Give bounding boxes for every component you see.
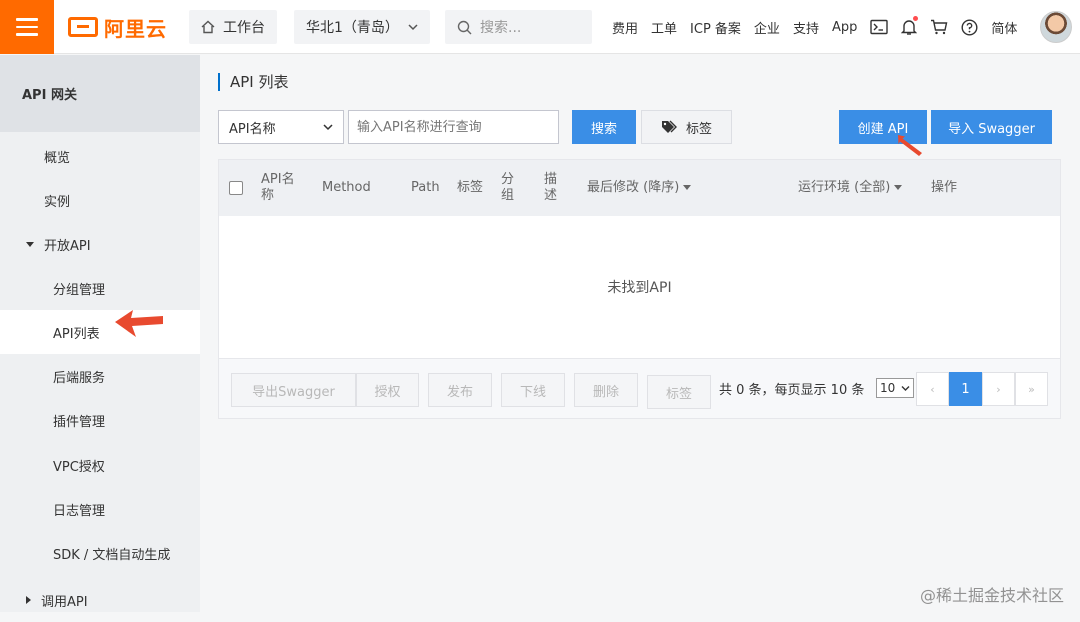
notification-bell[interactable] bbox=[901, 16, 919, 36]
pagination-page-1[interactable]: 1 bbox=[949, 372, 982, 406]
link-icp[interactable]: ICP 备案 bbox=[690, 18, 741, 37]
sidebar-group-call-api[interactable]: 调用API bbox=[0, 578, 200, 622]
sidebar-item-log-management[interactable]: 日志管理 bbox=[0, 487, 200, 531]
sidebar-item-backend-services[interactable]: 后端服务 bbox=[0, 354, 200, 398]
region-label: 华北1（青岛） bbox=[306, 20, 399, 36]
column-last-modified[interactable]: 最后修改 (降序) bbox=[587, 160, 692, 216]
caret-down-icon bbox=[26, 241, 34, 247]
pagination-next-button[interactable]: › bbox=[982, 372, 1015, 406]
region-selector[interactable]: 华北1（青岛） bbox=[294, 10, 430, 44]
top-navigation-bar: 阿里云 工作台 华北1（青岛） 搜索... 费用 工单 ICP 备案 企业 支持… bbox=[0, 0, 1080, 54]
pagination-last-button[interactable]: » bbox=[1015, 372, 1048, 406]
tag-icon bbox=[661, 120, 677, 133]
annotation-arrow-icon bbox=[898, 135, 922, 156]
empty-state-text: 未找到API bbox=[607, 280, 672, 296]
filter-field-value: API名称 bbox=[229, 121, 276, 137]
sidebar-group-open-api[interactable]: 开放API bbox=[0, 222, 200, 266]
export-swagger-button[interactable]: 导出Swagger bbox=[231, 373, 356, 407]
delete-button[interactable]: 删除 bbox=[574, 373, 638, 407]
sidebar-item-sdk-docs[interactable]: SDK / 文档自动生成 bbox=[0, 531, 200, 575]
link-ticket[interactable]: 工单 bbox=[651, 18, 677, 37]
column-description: 描述 bbox=[544, 172, 558, 203]
workbench-label: 工作台 bbox=[223, 20, 265, 36]
sidebar-item-vpc-authorization[interactable]: VPC授权 bbox=[0, 443, 200, 487]
search-icon bbox=[457, 20, 472, 34]
workbench-button[interactable]: 工作台 bbox=[189, 10, 277, 44]
tag-filter-button[interactable]: 标签 bbox=[641, 110, 732, 144]
cart-icon[interactable] bbox=[930, 19, 948, 35]
column-tags: 标签 bbox=[457, 180, 484, 195]
sidebar-item-group-management[interactable]: 分组管理 bbox=[0, 266, 200, 310]
api-name-search-input[interactable] bbox=[348, 110, 559, 144]
authorize-button[interactable]: 授权 bbox=[356, 373, 419, 407]
language-switch[interactable]: 简体 bbox=[991, 18, 1017, 37]
caret-right-icon bbox=[26, 596, 31, 604]
page-size-value: 10 bbox=[880, 381, 896, 395]
chevron-down-icon bbox=[408, 24, 418, 31]
column-path: Path bbox=[411, 180, 440, 195]
page-title: API 列表 bbox=[218, 73, 289, 91]
table-header: API名称 Method Path 标签 分组 描述 最后修改 (降序) 运行环… bbox=[219, 160, 1060, 216]
sidebar-item-overview[interactable]: 概览 bbox=[0, 134, 200, 178]
column-group: 分组 bbox=[501, 172, 515, 203]
column-last-modified-label: 最后修改 (降序) bbox=[587, 180, 680, 195]
search-placeholder: 搜索... bbox=[480, 20, 522, 36]
global-search-box[interactable]: 搜索... bbox=[445, 10, 592, 44]
sidebar-group-label-call: 调用API bbox=[41, 594, 88, 610]
main-content: API 列表 API名称 搜索 标签 创建 API 导入 Swagger API… bbox=[200, 55, 1080, 612]
link-billing[interactable]: 费用 bbox=[612, 18, 638, 37]
user-avatar[interactable] bbox=[1040, 11, 1072, 43]
caret-down-icon bbox=[894, 185, 903, 190]
logo-text: 阿里云 bbox=[104, 16, 167, 41]
column-environment[interactable]: 运行环境 (全部) bbox=[798, 160, 903, 216]
sidebar-group-label: 开放API bbox=[44, 238, 91, 254]
column-method: Method bbox=[322, 180, 371, 195]
link-enterprise[interactable]: 企业 bbox=[754, 18, 780, 37]
home-icon bbox=[201, 20, 215, 34]
filter-field-select[interactable]: API名称 bbox=[218, 110, 344, 144]
api-table: API名称 Method Path 标签 分组 描述 最后修改 (降序) 运行环… bbox=[218, 159, 1061, 419]
caret-down-icon bbox=[683, 185, 692, 190]
annotation-arrow-icon bbox=[115, 310, 163, 337]
sidebar-title: API 网关 bbox=[0, 55, 200, 132]
column-environment-label: 运行环境 (全部) bbox=[798, 180, 891, 195]
terminal-icon[interactable] bbox=[870, 19, 889, 35]
chevron-down-icon bbox=[901, 385, 910, 391]
table-footer: 导出Swagger 授权 发布 下线 删除 标签 共 0 条，每页显示 10 条… bbox=[219, 358, 1060, 418]
help-icon[interactable] bbox=[961, 18, 978, 36]
chevron-down-icon bbox=[323, 124, 333, 131]
hamburger-menu-icon[interactable] bbox=[0, 0, 54, 54]
offline-button[interactable]: 下线 bbox=[501, 373, 565, 407]
batch-tag-button[interactable]: 标签 bbox=[647, 375, 711, 409]
search-button[interactable]: 搜索 bbox=[572, 110, 636, 144]
record-summary: 共 0 条，每页显示 10 条 bbox=[719, 383, 865, 398]
aliyun-logo-icon bbox=[68, 17, 98, 37]
column-api-name: API名称 bbox=[261, 172, 295, 203]
sidebar: API 网关 概览 实例 开放API 分组管理 API列表 后端服务 插件管理 … bbox=[0, 55, 200, 612]
pagination-prev-button[interactable]: ‹ bbox=[916, 372, 949, 406]
import-swagger-button[interactable]: 导入 Swagger bbox=[931, 110, 1052, 144]
notification-dot bbox=[913, 16, 919, 21]
sidebar-item-instances[interactable]: 实例 bbox=[0, 178, 200, 222]
tag-button-label: 标签 bbox=[685, 121, 712, 137]
aliyun-logo[interactable]: 阿里云 bbox=[68, 12, 167, 42]
publish-button[interactable]: 发布 bbox=[428, 373, 492, 407]
top-links: 费用 工单 ICP 备案 企业 支持 App 简体 bbox=[612, 0, 1017, 54]
watermark-text: @稀土掘金技术社区 bbox=[919, 586, 1064, 605]
sidebar-item-plugin-management[interactable]: 插件管理 bbox=[0, 398, 200, 442]
link-support[interactable]: 支持 bbox=[793, 18, 819, 37]
link-app[interactable]: App bbox=[832, 20, 857, 35]
sidebar-item-api-list[interactable]: API列表 bbox=[0, 310, 200, 354]
page-size-select[interactable]: 10 bbox=[876, 378, 914, 398]
column-actions: 操作 bbox=[931, 180, 958, 195]
select-all-checkbox[interactable] bbox=[229, 181, 243, 195]
